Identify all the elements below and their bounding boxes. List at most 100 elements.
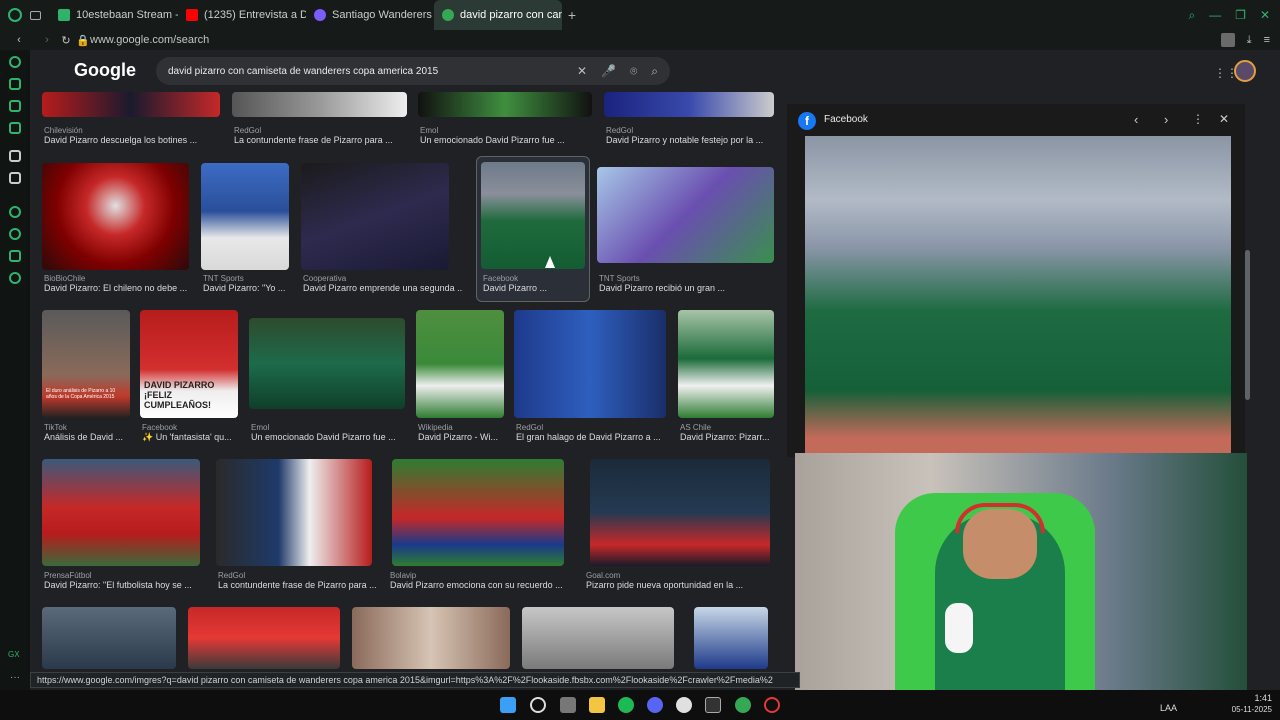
minimize-icon[interactable]: — bbox=[1209, 8, 1221, 23]
result-image[interactable] bbox=[201, 163, 289, 270]
restore-icon[interactable]: ❐ bbox=[1235, 8, 1246, 23]
history-icon[interactable] bbox=[9, 228, 21, 240]
result-image[interactable]: DAVID PIZARRO ¡FELIZ CUMPLEAÑOS! bbox=[140, 310, 238, 418]
google-logo[interactable]: Google bbox=[74, 60, 136, 81]
result-item[interactable]: Emol Un emocionado David Pizarro fue ... bbox=[251, 423, 411, 442]
result-image[interactable] bbox=[416, 310, 504, 418]
reload-icon[interactable]: ↻ bbox=[56, 34, 76, 47]
menu-lines-icon[interactable]: ≡ bbox=[1264, 34, 1270, 46]
task-view-icon[interactable] bbox=[560, 697, 576, 713]
result-item[interactable]: AS Chile David Pizarro: Pizarr... bbox=[680, 423, 780, 442]
search-tabs-icon[interactable]: ⌕ bbox=[1188, 8, 1195, 23]
opera-gx-logo-icon[interactable] bbox=[0, 0, 30, 30]
folder-icon[interactable] bbox=[589, 697, 605, 713]
search-icon[interactable] bbox=[530, 697, 546, 713]
search-icon[interactable]: ⌕ bbox=[651, 64, 658, 79]
discord-icon[interactable] bbox=[647, 697, 663, 713]
result-item[interactable]: Facebook ✨ Un 'fantasista' qu... bbox=[142, 423, 242, 443]
result-image[interactable] bbox=[301, 163, 449, 270]
result-image[interactable] bbox=[42, 459, 200, 566]
gx-icon[interactable]: GX bbox=[8, 650, 20, 662]
language-indicator[interactable]: LAA bbox=[1160, 703, 1177, 713]
download-icon[interactable]: ⤓ bbox=[1247, 34, 1252, 47]
result-item[interactable]: TNT Sports David Pizarro recibió un gran … bbox=[599, 274, 777, 293]
result-image[interactable] bbox=[418, 92, 592, 117]
result-image[interactable] bbox=[514, 310, 666, 418]
result-image[interactable] bbox=[42, 92, 220, 117]
extension-icon[interactable] bbox=[1220, 33, 1235, 47]
tab-stream[interactable]: 10estebaan Stream - Wat bbox=[50, 0, 178, 30]
result-image[interactable] bbox=[604, 92, 774, 117]
result-item[interactable]: Emol Un emocionado David Pizarro fue ... bbox=[420, 126, 598, 145]
video-icon[interactable] bbox=[9, 206, 21, 218]
result-image[interactable] bbox=[392, 459, 564, 566]
messenger-icon[interactable] bbox=[9, 122, 21, 134]
result-image[interactable] bbox=[42, 607, 176, 669]
clear-icon[interactable]: ✕ bbox=[577, 64, 587, 79]
result-image[interactable] bbox=[590, 459, 770, 566]
preview-image[interactable] bbox=[805, 136, 1231, 454]
player-icon[interactable] bbox=[9, 100, 21, 112]
result-image[interactable] bbox=[352, 607, 510, 669]
tab-youtube[interactable]: (1235) Entrevista a David bbox=[178, 0, 306, 30]
clock-time[interactable]: 1:41 bbox=[1222, 693, 1272, 703]
result-item[interactable]: RedGol El gran halago de David Pizarro a … bbox=[516, 423, 670, 442]
result-image[interactable] bbox=[694, 607, 768, 669]
result-image[interactable] bbox=[597, 167, 774, 263]
result-item[interactable]: BioBioChile David Pizarro: El chileno no … bbox=[44, 274, 194, 293]
obs-icon[interactable] bbox=[676, 697, 692, 713]
result-item[interactable]: PrensaFútbol David Pizarro: "El futbolist… bbox=[44, 571, 224, 590]
result-item[interactable]: Goal.com Pizarro pide nueva oportunidad e… bbox=[586, 571, 782, 590]
result-image[interactable] bbox=[188, 607, 340, 669]
search-input[interactable]: david pizarro con camiseta de wanderers … bbox=[156, 57, 670, 85]
x-icon[interactable] bbox=[9, 172, 21, 184]
forward-icon[interactable]: › bbox=[38, 34, 56, 46]
result-item[interactable]: Wikipedia David Pizarro - Wi... bbox=[418, 423, 506, 442]
result-image[interactable] bbox=[216, 459, 372, 566]
result-image[interactable] bbox=[232, 92, 407, 117]
result-item[interactable]: RedGol La contundente frase de Pizarro pa… bbox=[234, 126, 412, 145]
result-item[interactable]: RedGol La contundente frase de Pizarro pa… bbox=[218, 571, 388, 590]
panel-source[interactable]: Facebook bbox=[824, 114, 868, 125]
back-icon[interactable]: ‹ bbox=[0, 34, 38, 46]
next-icon[interactable]: › bbox=[1164, 112, 1168, 127]
result-item[interactable]: TikTok Análisis de David ... bbox=[44, 423, 134, 442]
windows-start-icon[interactable] bbox=[500, 697, 516, 713]
new-tab-icon[interactable]: + bbox=[562, 7, 582, 23]
prev-icon[interactable]: ‹ bbox=[1134, 112, 1138, 127]
ai-icon[interactable] bbox=[9, 150, 21, 162]
extensions-icon[interactable] bbox=[9, 250, 21, 262]
capcut-icon[interactable] bbox=[705, 697, 721, 713]
result-item[interactable]: Bolavip David Pizarro emociona con su rec… bbox=[390, 571, 586, 590]
opera-gx-icon[interactable] bbox=[764, 697, 780, 713]
twitch-icon[interactable] bbox=[9, 78, 21, 90]
result-item[interactable]: TNT Sports David Pizarro: "Yo ... bbox=[203, 274, 293, 293]
close-icon[interactable]: ✕ bbox=[1219, 112, 1229, 126]
more-options-icon[interactable]: ⋮ bbox=[1192, 112, 1204, 126]
result-item[interactable]: Chilevisión David Pizarro descuelga los b… bbox=[44, 126, 222, 145]
tab-google-search[interactable]: david pizarro con camiset bbox=[434, 0, 562, 30]
settings-icon[interactable] bbox=[9, 272, 21, 284]
gx-control-icon[interactable] bbox=[9, 56, 21, 68]
result-item[interactable]: Facebook David Pizarro ... bbox=[483, 274, 587, 293]
result-image[interactable] bbox=[522, 607, 674, 669]
result-image[interactable] bbox=[42, 163, 189, 270]
more-icon[interactable]: ··· bbox=[10, 672, 22, 684]
mic-icon[interactable]: 🎤 bbox=[601, 64, 616, 79]
chrome-icon[interactable] bbox=[735, 697, 751, 713]
result-image[interactable]: El duro análisis de Pizarro a 10 años de… bbox=[42, 310, 130, 418]
lens-icon[interactable]: ⌾ bbox=[630, 64, 637, 79]
close-window-icon[interactable]: ✕ bbox=[1260, 8, 1270, 23]
scrollbar[interactable] bbox=[1245, 250, 1250, 400]
result-image[interactable] bbox=[678, 310, 774, 418]
result-image[interactable] bbox=[249, 318, 405, 409]
tab-wanderers[interactable]: Santiago Wanderers | Pre bbox=[306, 0, 434, 30]
result-image[interactable] bbox=[481, 162, 585, 269]
clock-date[interactable]: 05-11-2025 bbox=[1212, 705, 1272, 714]
result-item[interactable]: Cooperativa David Pizarro emprende una se… bbox=[303, 274, 463, 293]
avatar[interactable] bbox=[1234, 60, 1256, 82]
tab-menu-icon[interactable] bbox=[30, 0, 50, 30]
url-field[interactable]: www.google.com/search bbox=[90, 34, 209, 46]
spotify-icon[interactable] bbox=[618, 697, 634, 713]
result-item[interactable]: RedGol David Pizarro y notable festejo po… bbox=[606, 126, 784, 145]
